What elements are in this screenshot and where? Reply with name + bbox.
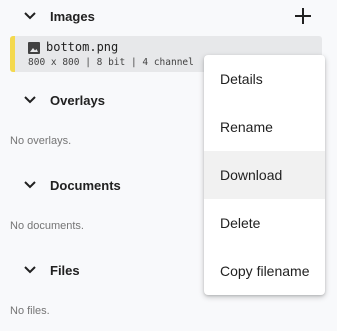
image-meta: 800 x 800 | 8 bit | 4 channel [28, 57, 194, 68]
images-section-header[interactable]: Images [0, 1, 337, 31]
section-title-documents: Documents [50, 177, 121, 193]
documents-empty-text: No documents. [10, 220, 84, 232]
menu-item-details[interactable]: Details [204, 55, 325, 103]
section-title-images: Images [50, 8, 95, 24]
section-title-overlays: Overlays [50, 92, 105, 108]
chevron-down-icon[interactable] [22, 8, 38, 24]
image-item-accent [10, 36, 15, 72]
files-empty-text: No files. [10, 305, 50, 317]
chevron-down-icon[interactable] [22, 262, 38, 278]
menu-item-delete[interactable]: Delete [204, 199, 325, 247]
section-title-files: Files [50, 262, 80, 278]
chevron-down-icon[interactable] [22, 177, 38, 193]
plus-icon[interactable] [295, 8, 311, 24]
image-icon [28, 41, 40, 54]
image-filename: bottom.png [46, 40, 119, 54]
overlays-empty-text: No overlays. [10, 135, 72, 147]
menu-item-copy-filename[interactable]: Copy filename [204, 247, 325, 295]
chevron-down-icon[interactable] [22, 92, 38, 108]
menu-item-rename[interactable]: Rename [204, 103, 325, 151]
add-image-button[interactable] [293, 6, 313, 26]
menu-item-download[interactable]: Download [204, 151, 325, 199]
context-menu: Details Rename Download Delete Copy file… [204, 55, 325, 295]
